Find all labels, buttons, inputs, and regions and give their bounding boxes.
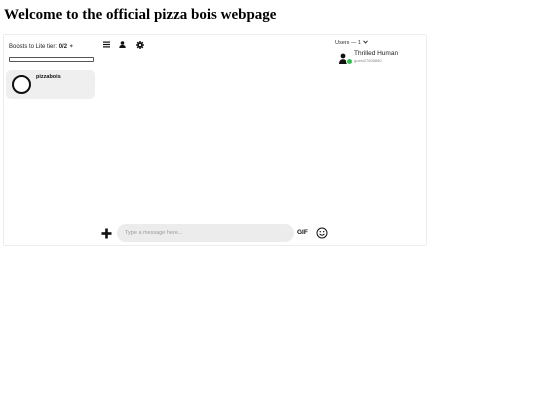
users-header[interactable]: Users — 1	[335, 40, 368, 46]
users-count-label: Users — 1	[335, 40, 361, 46]
plus-icon[interactable]	[101, 226, 112, 239]
user-list-item[interactable]: Thrilled Human guest27608880	[339, 48, 419, 66]
server-name: pizzabois	[36, 74, 61, 80]
boost-icon: ✦	[68, 44, 74, 50]
gif-button[interactable]: GIF	[297, 229, 308, 236]
chevron-down-icon	[363, 40, 368, 46]
emoji-icon[interactable]	[316, 226, 328, 239]
boost-progress-bar	[9, 57, 94, 62]
chat-app: Boosts to Lite tier: 0/2 ✦ pizzabois Use…	[3, 34, 427, 246]
page-title: Welcome to the official pizza bois webpa…	[4, 7, 277, 23]
message-input[interactable]	[117, 224, 294, 242]
online-status-indicator	[346, 58, 353, 65]
boost-count: 0/2	[58, 44, 68, 50]
menu-icon[interactable]	[102, 40, 111, 49]
boost-status: Boosts to Lite tier: 0/2 ✦	[9, 43, 74, 50]
boost-label: Boosts to Lite tier:	[9, 44, 58, 50]
user-name: Thrilled Human	[354, 50, 399, 57]
user-icon[interactable]	[118, 40, 127, 49]
gear-icon[interactable]	[135, 40, 144, 49]
server-avatar	[12, 75, 31, 94]
user-id: guest27608880	[354, 58, 382, 63]
server-item-pizzabois[interactable]: pizzabois	[6, 70, 95, 99]
